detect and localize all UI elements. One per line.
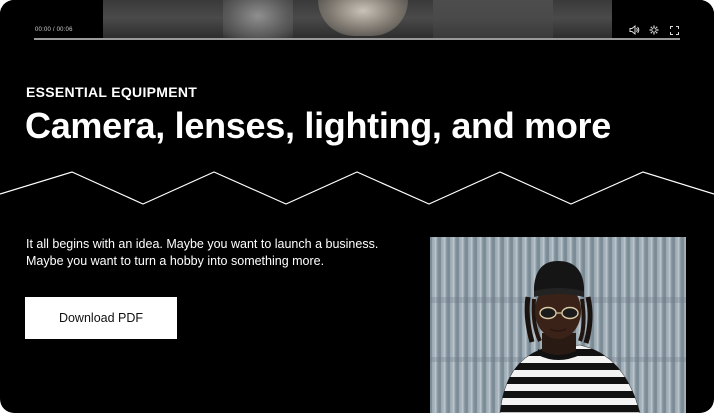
video-frame-region (318, 0, 408, 36)
download-pdf-button[interactable]: Download PDF (25, 297, 177, 339)
page-frame: 00:00 / 00:06 ESSENTIAL EQUIPMENT Camera… (0, 0, 714, 413)
video-frame[interactable] (103, 0, 612, 40)
section-title: Camera, lenses, lighting, and more (25, 105, 611, 146)
fullscreen-icon[interactable] (668, 24, 680, 36)
volume-icon[interactable] (628, 24, 640, 36)
video-frame-region (433, 0, 553, 40)
portrait-photo (430, 237, 686, 413)
settings-icon[interactable] (648, 24, 660, 36)
video-progress-bar[interactable] (34, 38, 680, 40)
video-frame-region (223, 0, 293, 40)
intro-line: It all begins with an idea. Maybe you wa… (26, 237, 379, 251)
zigzag-divider (0, 171, 714, 205)
intro-line: Maybe you want to turn a hobby into some… (26, 254, 325, 268)
intro-text: It all begins with an idea. Maybe you wa… (26, 236, 416, 270)
video-time: 00:00 / 00:06 (35, 27, 73, 33)
video-player[interactable]: 00:00 / 00:06 (0, 0, 714, 41)
section-eyebrow: ESSENTIAL EQUIPMENT (26, 84, 198, 100)
